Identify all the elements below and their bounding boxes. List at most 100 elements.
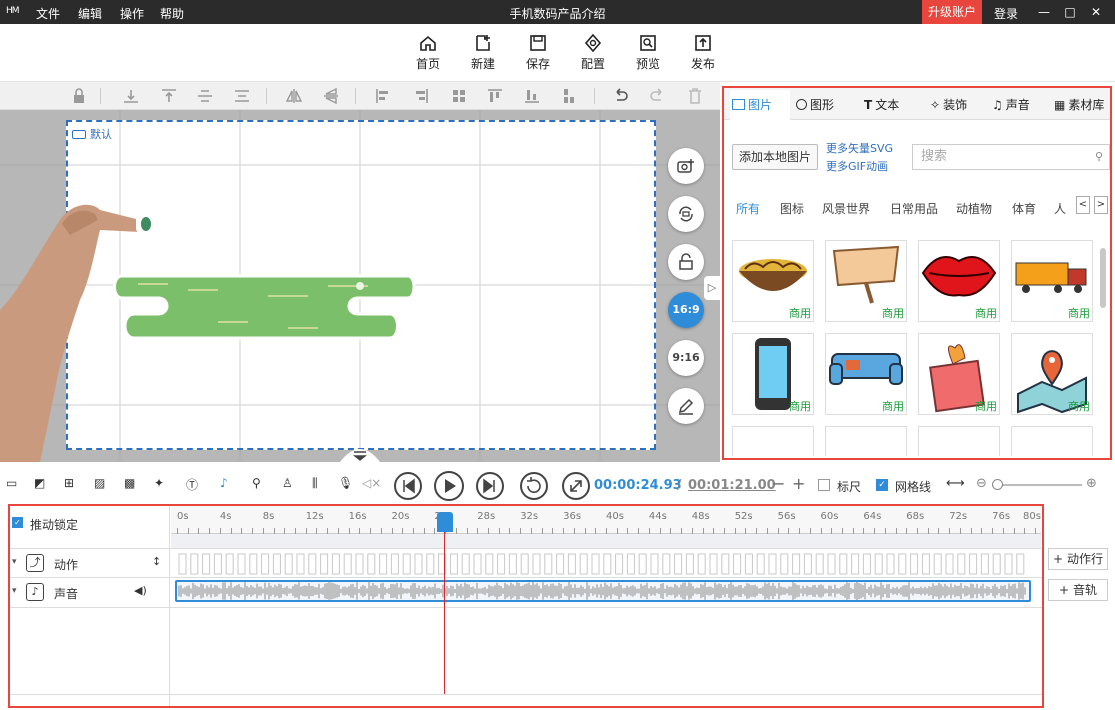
category-prev-button[interactable]: < (1076, 196, 1090, 214)
more-svg-link[interactable]: 更多矢量SVG (826, 140, 893, 156)
action-keyframe[interactable] (945, 553, 954, 575)
action-keyframe[interactable] (638, 553, 647, 575)
action-keyframe[interactable] (697, 553, 706, 575)
action-keyframe[interactable] (213, 553, 222, 575)
action-keyframe[interactable] (520, 553, 529, 575)
action-keyframe[interactable] (237, 553, 246, 575)
range-bar[interactable] (171, 534, 1041, 548)
action-keyframe[interactable] (261, 553, 270, 575)
magic-tool-icon[interactable]: ✦ (154, 476, 170, 492)
lock-checkbox[interactable]: ✓ (12, 517, 23, 528)
subtitle-tool-icon[interactable]: ⫼ (312, 476, 328, 492)
asset-partial-4[interactable] (1011, 426, 1093, 456)
maximize-icon[interactable]: □ (1060, 2, 1080, 22)
publish-button[interactable]: 发布 (683, 32, 723, 76)
align-top-icon[interactable] (160, 87, 178, 105)
mute-icon[interactable]: ◁× (362, 476, 381, 492)
align-bottom-edge-icon[interactable] (523, 87, 541, 105)
distribute-v-icon[interactable] (560, 87, 578, 105)
action-keyframe[interactable] (1004, 553, 1013, 575)
action-keyframe[interactable] (803, 553, 812, 575)
green-path-shape[interactable] (108, 268, 418, 346)
action-keyframe[interactable] (308, 553, 317, 575)
preview-button[interactable]: 预览 (628, 32, 668, 76)
action-keyframe[interactable] (756, 553, 765, 575)
action-keyframe[interactable] (331, 553, 340, 575)
asset-lips[interactable]: 商用 (918, 240, 1000, 322)
undo-icon[interactable] (612, 87, 630, 105)
action-keyframe[interactable] (980, 553, 989, 575)
snapshot-button[interactable] (668, 148, 704, 184)
add-scene-icon[interactable]: ⊞ (64, 476, 80, 492)
login-link[interactable]: 登录 (994, 5, 1018, 22)
action-keyframe[interactable] (733, 553, 742, 575)
camera-tool-icon[interactable]: ▭ (6, 476, 22, 492)
action-keyframe[interactable] (921, 553, 930, 575)
asset-gift[interactable]: 商用 (918, 333, 1000, 415)
action-keyframe[interactable] (284, 553, 293, 575)
action-keyframe[interactable] (473, 553, 482, 575)
lock-icon[interactable] (70, 87, 88, 105)
align-top-edge-icon[interactable] (486, 87, 504, 105)
zoom-slider-knob[interactable] (992, 479, 1003, 490)
upgrade-account-button[interactable]: 升级账户 (922, 0, 982, 24)
action-keyframe[interactable] (898, 553, 907, 575)
home-button[interactable]: 首页 (408, 32, 448, 76)
ratio-16-9-button[interactable]: 16:9 (668, 292, 704, 328)
collapse-handle[interactable] (340, 440, 380, 462)
align-center-icon[interactable] (233, 87, 251, 105)
action-keyframe[interactable] (874, 553, 883, 575)
zoom-slider[interactable] (992, 484, 1082, 486)
play-button[interactable] (434, 471, 464, 501)
action-keyframe[interactable] (249, 553, 258, 575)
action-keyframe[interactable] (178, 553, 187, 575)
action-keyframe[interactable] (603, 553, 612, 575)
align-middle-icon[interactable] (196, 87, 214, 105)
action-keyframe[interactable] (744, 553, 753, 575)
fullscreen-button[interactable] (562, 472, 590, 500)
unlock-button[interactable] (668, 244, 704, 280)
category-icon[interactable]: 图标 (780, 200, 804, 217)
add-action-row-button[interactable]: + 动作行 (1048, 548, 1108, 570)
action-keyframe[interactable] (567, 553, 576, 575)
flip-horizontal-icon[interactable] (285, 87, 303, 105)
asset-signboard[interactable]: 商用 (825, 240, 907, 322)
time-ruler[interactable]: 0s4s8s12s16s20s24s28s32s36s40s44s48s52s5… (171, 506, 1041, 534)
action-keyframe[interactable] (910, 553, 919, 575)
action-keyframe[interactable] (851, 553, 860, 575)
action-keyframe[interactable] (591, 553, 600, 575)
action-keyframe[interactable] (497, 553, 506, 575)
action-keyframe[interactable] (426, 553, 435, 575)
action-keyframe[interactable] (379, 553, 388, 575)
asset-phone[interactable]: 商用 (732, 333, 814, 415)
minus-icon[interactable]: − (772, 474, 785, 493)
category-scenery[interactable]: 风景世界 (822, 200, 870, 217)
action-keyframe[interactable] (485, 553, 494, 575)
action-keyframe[interactable] (768, 553, 777, 575)
resize-icon[interactable]: ↕ (152, 555, 161, 568)
action-keyframe[interactable] (662, 553, 671, 575)
action-keyframe[interactable] (390, 553, 399, 575)
asset-truck[interactable]: 商用 (1011, 240, 1093, 322)
mask-tool-icon[interactable]: ▨ (94, 476, 110, 492)
expand-arrow-icon[interactable]: ▾ (12, 586, 17, 596)
tab-shape[interactable]: 图形 (796, 90, 834, 120)
tab-text[interactable]: T 文本 (864, 90, 899, 120)
category-all[interactable]: 所有 (736, 200, 760, 217)
action-keyframe[interactable] (202, 553, 211, 575)
action-keyframe[interactable] (225, 553, 234, 575)
action-keyframe[interactable] (449, 553, 458, 575)
action-keyframe[interactable] (508, 553, 517, 575)
action-keyframes[interactable] (175, 551, 1031, 577)
asset-partial-3[interactable] (918, 426, 1000, 456)
add-local-image-button[interactable]: 添加本地图片 (732, 144, 818, 170)
action-keyframe[interactable] (992, 553, 1001, 575)
prev-frame-button[interactable] (394, 472, 422, 500)
volume-icon[interactable]: ◀) (134, 584, 147, 597)
action-keyframe[interactable] (674, 553, 683, 575)
action-keyframe[interactable] (815, 553, 824, 575)
align-bottom-icon[interactable] (122, 87, 140, 105)
asset-partial-1[interactable] (732, 426, 814, 456)
action-keyframe[interactable] (272, 553, 281, 575)
fit-width-icon[interactable]: ⟷ (946, 476, 965, 491)
